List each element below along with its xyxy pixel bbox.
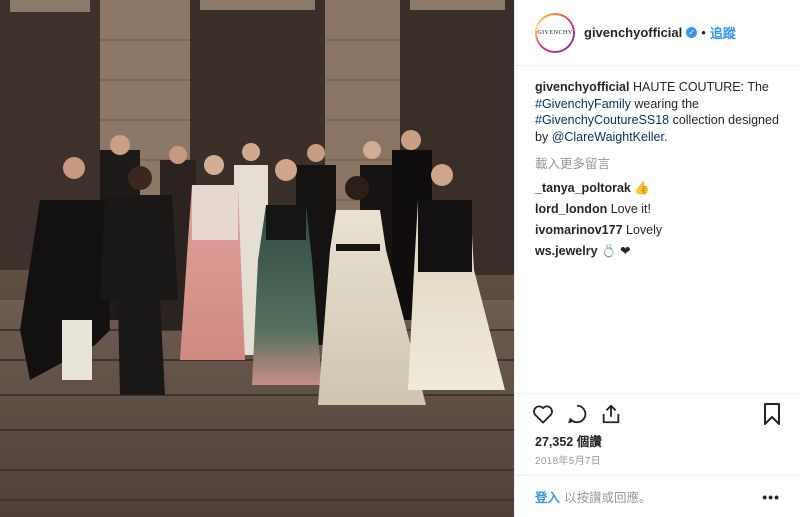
hashtag-link[interactable]: #GivenchyCoutureSS18 — [535, 113, 669, 127]
post-date[interactable]: 2018年5月7日 — [535, 452, 601, 467]
bookmark-icon[interactable] — [760, 402, 784, 426]
fashion-group-photo — [0, 0, 514, 517]
comment-item: _tanya_poltorak 👍 — [535, 178, 780, 199]
caption-text: wearing the — [630, 96, 699, 111]
post-container: GIVENCHY givenchyofficial ✓ • 追蹤 givench… — [0, 0, 800, 517]
caption-username[interactable]: givenchyofficial — [535, 80, 629, 94]
post-caption: givenchyofficial HAUTE COUTURE: The #Giv… — [535, 79, 780, 145]
follow-button[interactable]: 追蹤 — [710, 23, 736, 42]
post-header: GIVENCHY givenchyofficial ✓ • 追蹤 — [515, 0, 800, 66]
comment-icon[interactable] — [565, 402, 589, 426]
more-options-icon[interactable]: ••• — [762, 489, 780, 505]
header-separator: • — [701, 25, 706, 40]
post-side-panel: GIVENCHY givenchyofficial ✓ • 追蹤 givench… — [514, 0, 800, 517]
action-bar — [515, 393, 800, 433]
comment-username[interactable]: ivomarinov177 — [535, 223, 623, 237]
comment-text: Lovely — [622, 223, 663, 237]
login-link[interactable]: 登入 — [535, 487, 560, 506]
comment-username[interactable]: ws.jewelry — [535, 244, 598, 258]
heart-icon[interactable] — [531, 402, 555, 426]
login-prompt-bar: 登入 以按讚或回應。 ••• — [515, 475, 800, 517]
like-count[interactable]: 27,352 個讚 — [535, 431, 602, 450]
avatar-logo: GIVENCHY — [537, 14, 573, 51]
comment-item: ivomarinov177 Lovely — [535, 220, 780, 241]
comment-text: 👍 — [630, 181, 650, 195]
comment-text: 💍 ❤ — [597, 244, 631, 258]
comment-username[interactable]: lord_london — [535, 202, 607, 216]
avatar[interactable]: GIVENCHY — [535, 12, 575, 53]
header-username[interactable]: givenchyofficial — [584, 25, 682, 40]
post-photo[interactable] — [0, 0, 514, 517]
caption-text: . — [663, 129, 668, 144]
comments-section: givenchyofficial HAUTE COUTURE: The #Giv… — [515, 66, 800, 393]
mention-link[interactable]: @ClareWaightKeller — [552, 130, 664, 144]
verified-badge-icon: ✓ — [686, 27, 698, 38]
share-icon[interactable] — [599, 402, 623, 426]
caption-text: HAUTE COUTURE: The — [629, 80, 769, 94]
comment-item: ws.jewelry 💍 ❤ — [535, 241, 780, 262]
hashtag-link[interactable]: #GivenchyFamily — [535, 97, 631, 111]
comment-text: Love it! — [607, 202, 651, 216]
comment-username[interactable]: _tanya_poltorak — [535, 181, 631, 195]
load-more-comments-button[interactable]: 載入更多留言 — [535, 153, 780, 172]
login-prompt-text: 以按讚或回應。 — [564, 491, 652, 505]
comment-item: lord_london Love it! — [535, 199, 780, 220]
